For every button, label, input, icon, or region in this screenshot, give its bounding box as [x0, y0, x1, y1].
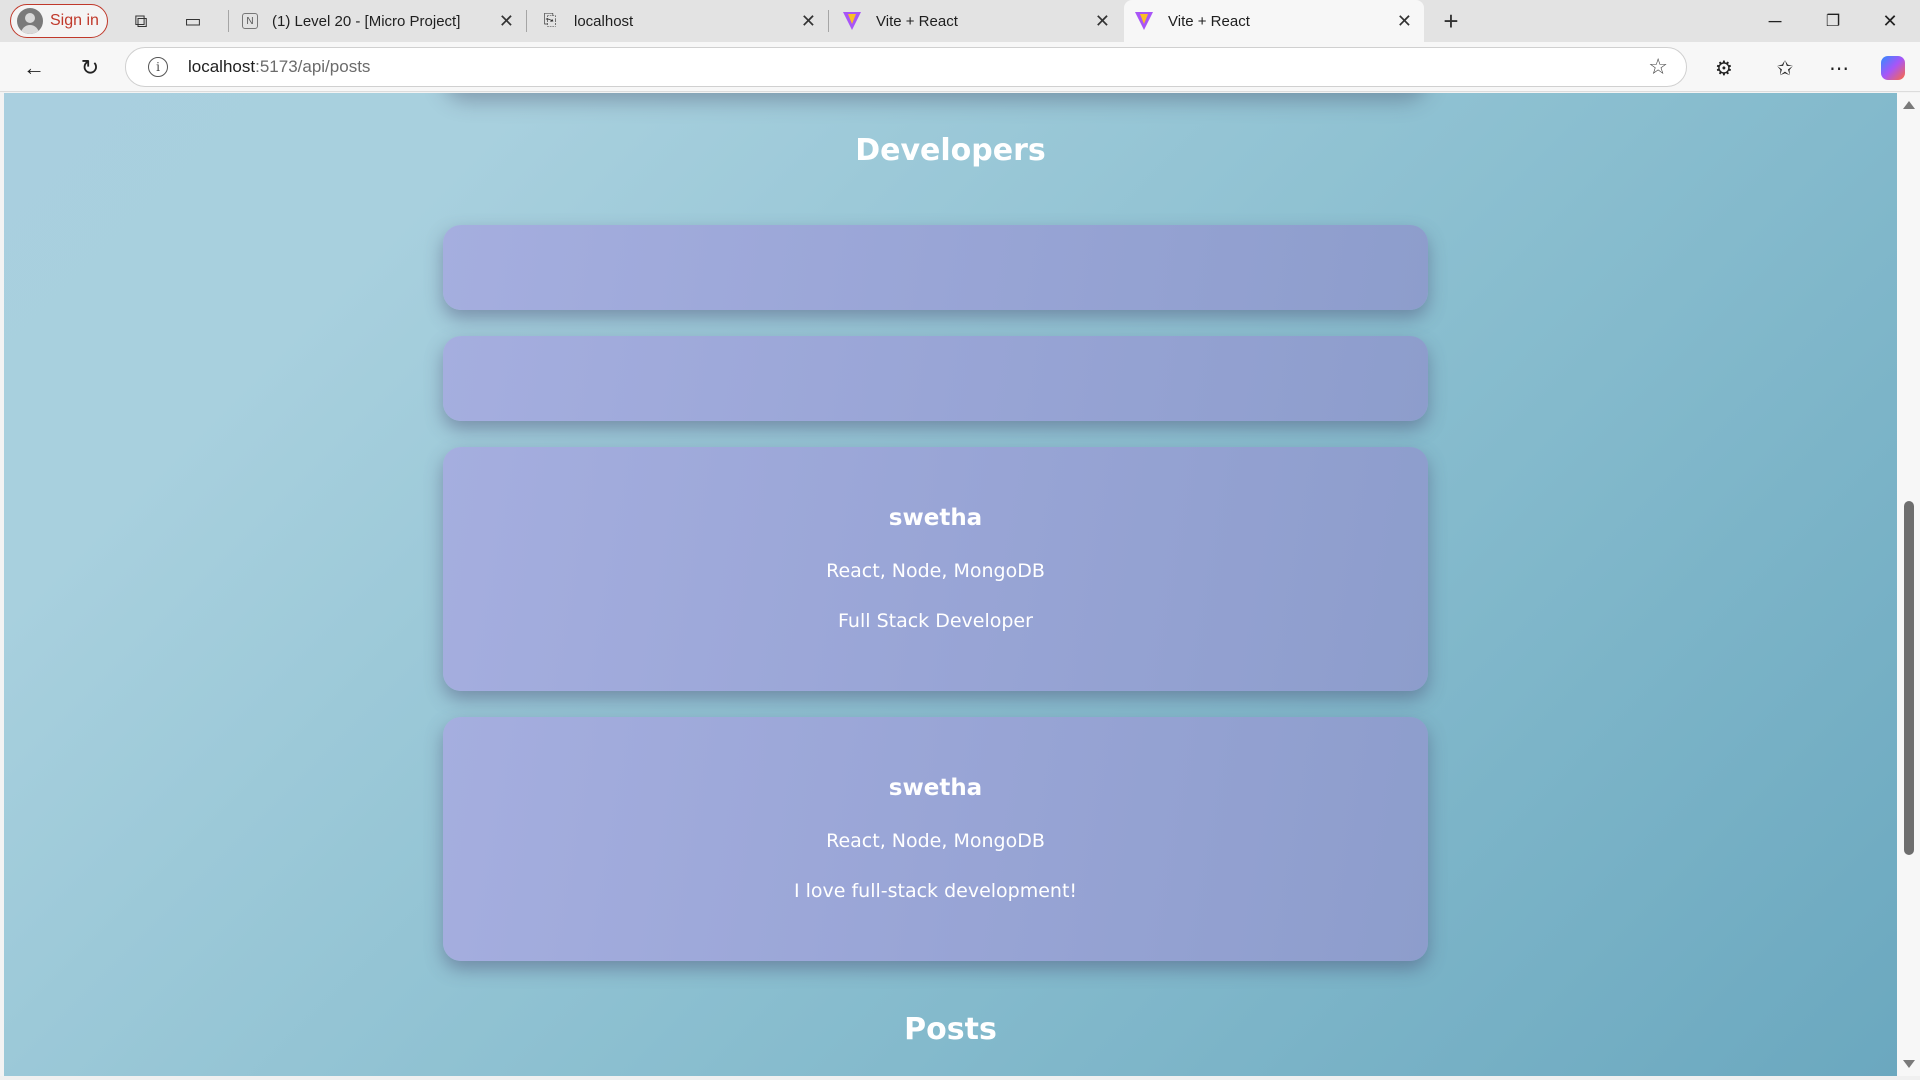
tab-vite-react[interactable]: Vite + React ✕: [832, 2, 1122, 40]
developer-card: swetha React, Node, MongoDB Full Stack D…: [443, 447, 1428, 691]
minimize-icon[interactable]: ─: [1755, 6, 1795, 36]
close-tab-icon[interactable]: ✕: [1397, 11, 1412, 32]
developer-card: [443, 225, 1428, 310]
tab-separator: [526, 10, 527, 32]
developer-bio: Full Stack Developer: [838, 610, 1033, 632]
more-options-icon[interactable]: ⋯: [1823, 52, 1855, 84]
developer-bio: I love full-stack development!: [793, 880, 1078, 902]
page-viewport: Developers swetha React, Node, MongoDB F…: [4, 93, 1897, 1076]
copilot-icon[interactable]: [1877, 52, 1909, 84]
vertical-scrollbar[interactable]: [1897, 93, 1920, 1076]
favorite-star-icon[interactable]: ☆: [1648, 54, 1668, 80]
favorites-icon[interactable]: ✩: [1769, 52, 1801, 84]
address-bar[interactable]: i localhost:5173/api/posts ☆: [125, 47, 1687, 87]
tab-separator: [828, 10, 829, 32]
tab-separator: [228, 10, 229, 32]
tab-title: Vite + React: [876, 12, 958, 30]
tab-title: localhost: [574, 12, 634, 30]
developer-card: swetha React, Node, MongoDB I love full-…: [443, 717, 1428, 961]
browser-toolbar: ← ↻ i localhost:5173/api/posts ☆ ⚙ ✩ ⋯: [0, 42, 1920, 92]
back-icon[interactable]: ←: [18, 52, 50, 84]
developer-skills: React, Node, MongoDB: [826, 830, 1045, 852]
address-path: :5173/api/posts: [255, 57, 371, 76]
address-host: localhost: [188, 57, 256, 76]
scroll-up-icon[interactable]: [1903, 101, 1915, 109]
refresh-icon[interactable]: ↻: [74, 52, 106, 84]
close-tab-icon[interactable]: ✕: [1095, 11, 1110, 32]
developer-name: swetha: [888, 775, 983, 801]
tab-vite-react-active[interactable]: Vite + React ✕: [1124, 0, 1424, 42]
scrollbar-thumb[interactable]: [1904, 501, 1914, 855]
window-bottom-edge: [0, 1076, 1920, 1080]
sign-in-button[interactable]: Sign in: [10, 4, 108, 38]
tab-title: (1) Level 20 - [Micro Project]: [272, 12, 461, 30]
tab-level-20[interactable]: N (1) Level 20 - [Micro Project] ✕: [232, 2, 526, 40]
restore-icon[interactable]: ❐: [1813, 6, 1853, 36]
notion-icon: N: [242, 13, 258, 29]
close-tab-icon[interactable]: ✕: [499, 11, 514, 32]
tab-title: Vite + React: [1168, 12, 1250, 30]
posts-heading: Posts: [904, 1012, 997, 1047]
tab-localhost[interactable]: ⎘ localhost ✕: [530, 2, 828, 40]
scroll-down-icon[interactable]: [1903, 1060, 1915, 1068]
new-tab-icon[interactable]: +: [1438, 6, 1464, 36]
vite-icon: [842, 11, 862, 31]
site-info-icon[interactable]: i: [148, 57, 168, 77]
developer-name: swetha: [888, 505, 983, 531]
sign-in-label: Sign in: [50, 12, 99, 29]
close-tab-icon[interactable]: ✕: [801, 11, 816, 32]
tab-actions-icon[interactable]: ▭: [180, 8, 206, 34]
workspaces-icon[interactable]: ⧉: [128, 8, 154, 34]
developer-skills: React, Node, MongoDB: [826, 560, 1045, 582]
close-window-icon[interactable]: ✕: [1870, 6, 1910, 36]
tab-strip: Sign in ⧉ ▭ N (1) Level 20 - [Micro Proj…: [0, 0, 1920, 42]
vite-icon: [1134, 11, 1154, 31]
developer-card: [443, 336, 1428, 421]
extensions-icon[interactable]: ⚙: [1708, 52, 1740, 84]
profile-avatar-icon: [17, 8, 43, 34]
developers-heading: Developers: [855, 133, 1046, 168]
page-icon: ⎘: [543, 12, 557, 29]
